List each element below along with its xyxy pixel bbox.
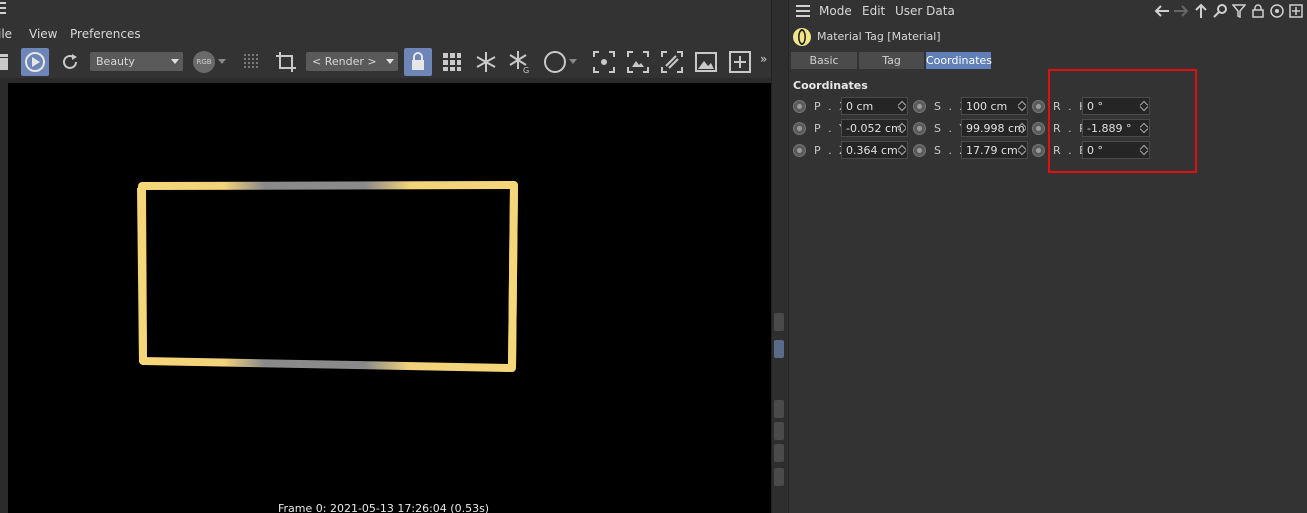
keyframe-radio-sz[interactable] bbox=[913, 144, 926, 157]
keyframe-radio-rb[interactable] bbox=[1032, 144, 1045, 157]
snowflake-global-icon[interactable]: G bbox=[506, 48, 534, 76]
toolbar-overflow-icon[interactable]: » bbox=[760, 52, 767, 66]
target-icon[interactable] bbox=[1269, 3, 1285, 19]
render-canvas[interactable]: Frame 0: 2021-05-13 17:26:04 (0.53s) bbox=[8, 83, 771, 513]
keyframe-radio-rp[interactable] bbox=[1032, 122, 1045, 135]
menu-mode[interactable]: Mode bbox=[819, 4, 852, 18]
focus-target-icon[interactable] bbox=[590, 48, 618, 76]
channel-badge: RGB bbox=[193, 51, 215, 73]
tag-header: Material Tag [Material] bbox=[789, 26, 1307, 48]
value-sx: 100 cm bbox=[966, 100, 1008, 113]
lock-icon[interactable] bbox=[1250, 3, 1266, 19]
render-region-value: < Render > bbox=[312, 55, 377, 68]
add-icon[interactable] bbox=[1288, 3, 1304, 19]
panel-splitter[interactable] bbox=[771, 0, 788, 513]
splitter-handle[interactable] bbox=[774, 313, 784, 331]
attribute-menubar: Mode Edit User Data bbox=[789, 0, 1307, 22]
image-fit-icon[interactable] bbox=[624, 48, 652, 76]
section-title: Coordinates bbox=[793, 79, 868, 92]
material-tag-icon bbox=[793, 28, 811, 46]
svg-text:G: G bbox=[523, 66, 529, 74]
tag-title: Material Tag [Material] bbox=[817, 30, 941, 43]
keyframe-radio-pz[interactable] bbox=[793, 144, 806, 157]
value-pz: 0.364 cm bbox=[846, 144, 898, 157]
pass-select-value: Beauty bbox=[96, 55, 135, 68]
tab-tag[interactable]: Tag bbox=[859, 52, 925, 69]
field-sx[interactable]: 100 cm bbox=[961, 97, 1028, 115]
field-pz[interactable]: 0.364 cm bbox=[841, 141, 908, 159]
menu-preferences[interactable]: Preferences bbox=[70, 27, 141, 41]
splitter-handle[interactable] bbox=[774, 422, 784, 440]
clapper-icon[interactable] bbox=[0, 48, 14, 76]
tab-basic[interactable]: Basic bbox=[791, 52, 858, 69]
field-sy[interactable]: 99.998 cm bbox=[961, 119, 1028, 137]
rotation-highlight-annotation bbox=[1048, 69, 1197, 173]
menu-file[interactable]: ile bbox=[0, 27, 12, 41]
attribute-manager: Mode Edit User Data Material Tag [Materi… bbox=[788, 0, 1307, 513]
circle-icon[interactable] bbox=[541, 48, 569, 76]
arrow-right-icon[interactable] bbox=[1173, 3, 1189, 19]
viewer-menubar: ile View Preferences bbox=[0, 0, 771, 46]
splitter-handle[interactable] bbox=[774, 468, 784, 486]
grid-icon[interactable] bbox=[438, 48, 466, 76]
splitter-handle[interactable] bbox=[774, 444, 784, 462]
attribute-menu-icon[interactable] bbox=[796, 5, 810, 17]
add-layer-icon[interactable] bbox=[726, 48, 754, 76]
viewer-toolbar: Beauty RGB < Render > G » bbox=[0, 46, 771, 78]
rgb-channel-button[interactable]: RGB bbox=[190, 48, 218, 76]
keyframe-radio-py[interactable] bbox=[793, 122, 806, 135]
arrow-up-icon[interactable] bbox=[1193, 3, 1209, 19]
dither-grid-icon[interactable] bbox=[238, 48, 266, 76]
viewer-menu-icon[interactable] bbox=[0, 2, 6, 14]
lock-button[interactable] bbox=[404, 48, 432, 76]
menu-user-data[interactable]: User Data bbox=[895, 4, 955, 18]
keyframe-radio-px[interactable] bbox=[793, 100, 806, 113]
snowflake-icon[interactable] bbox=[472, 48, 500, 76]
field-px[interactable]: 0 cm bbox=[841, 97, 908, 115]
filter-icon[interactable] bbox=[1231, 3, 1247, 19]
refresh-icon[interactable] bbox=[56, 48, 84, 76]
picture-viewer: ile View Preferences Beauty RGB < Render bbox=[0, 0, 771, 513]
render-play-button[interactable] bbox=[21, 48, 49, 76]
search-icon[interactable] bbox=[1212, 3, 1228, 19]
image-hatch-icon[interactable] bbox=[658, 48, 686, 76]
crop-icon[interactable] bbox=[272, 48, 300, 76]
keyframe-radio-sx[interactable] bbox=[913, 100, 926, 113]
field-sz[interactable]: 17.79 cm bbox=[961, 141, 1028, 159]
arrow-left-icon[interactable] bbox=[1154, 3, 1170, 19]
splitter-handle[interactable] bbox=[774, 400, 784, 418]
circle-dropdown-icon[interactable] bbox=[566, 48, 580, 76]
channel-dropdown-icon[interactable] bbox=[215, 48, 229, 76]
field-py[interactable]: -0.052 cm bbox=[841, 119, 908, 137]
tab-coordinates[interactable]: Coordinates bbox=[926, 52, 992, 69]
value-py: -0.052 cm bbox=[846, 122, 902, 135]
keyframe-radio-sy[interactable] bbox=[913, 122, 926, 135]
picture-icon[interactable] bbox=[692, 48, 720, 76]
value-sz: 17.79 cm bbox=[966, 144, 1018, 157]
frame-status-text: Frame 0: 2021-05-13 17:26:04 (0.53s) bbox=[278, 502, 490, 513]
render-region-select[interactable]: < Render > bbox=[306, 52, 398, 71]
menu-view[interactable]: View bbox=[29, 27, 57, 41]
rendered-frame-outline bbox=[137, 181, 518, 372]
value-sy: 99.998 cm bbox=[966, 122, 1025, 135]
value-px: 0 cm bbox=[846, 100, 874, 113]
splitter-handle[interactable] bbox=[774, 340, 784, 358]
keyframe-radio-rh[interactable] bbox=[1032, 100, 1045, 113]
pass-select[interactable]: Beauty bbox=[90, 52, 183, 71]
menu-edit[interactable]: Edit bbox=[862, 4, 885, 18]
